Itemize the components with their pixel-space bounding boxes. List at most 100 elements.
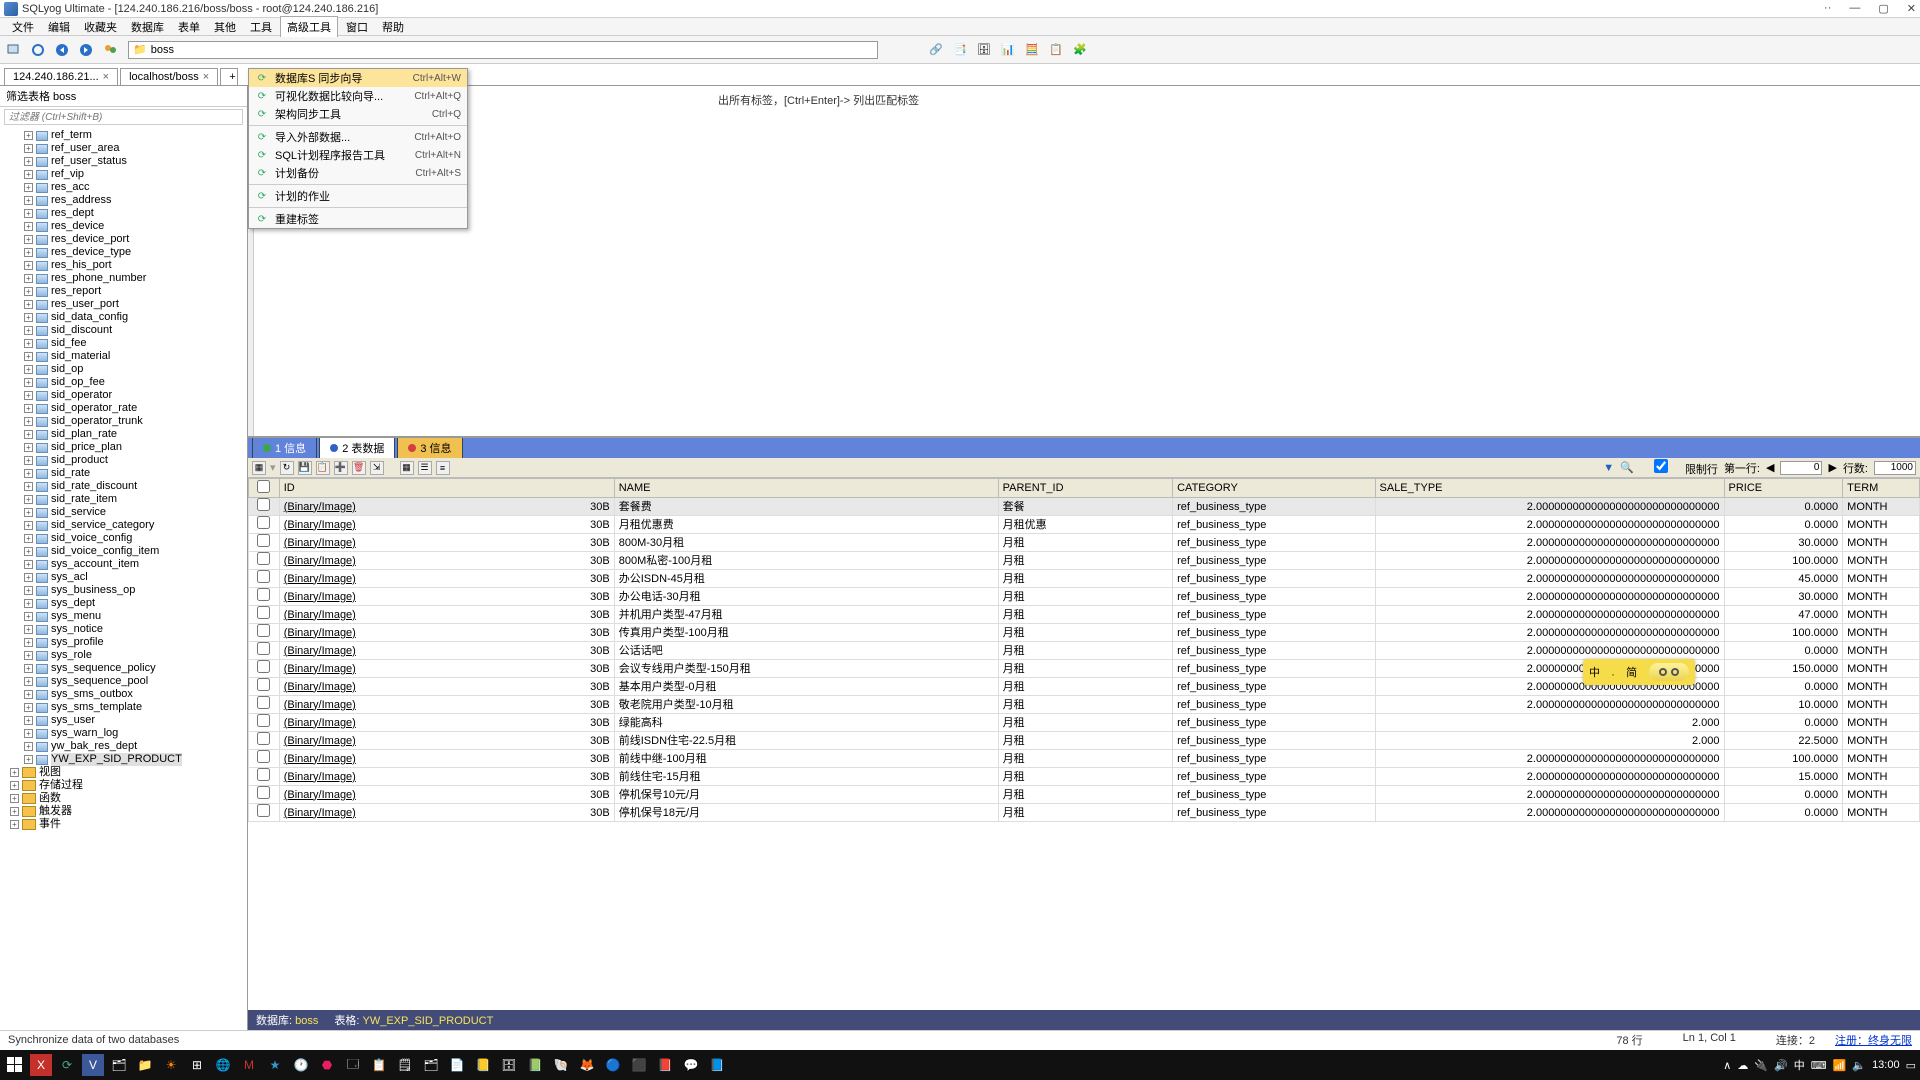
search-icon[interactable]: 🔍: [1620, 461, 1634, 474]
menu-item[interactable]: 工具: [244, 17, 278, 37]
table-row[interactable]: (Binary/Image)30B绿能高科月租ref_business_type…: [249, 714, 1920, 732]
grid-copy-icon[interactable]: 📋: [316, 461, 330, 475]
task-icon[interactable]: 🗂: [420, 1054, 442, 1076]
data-grid[interactable]: IDNAMEPARENT_IDCATEGORYSALE_TYPEPRICETER…: [248, 478, 1920, 1010]
view-form-icon[interactable]: ☰: [418, 461, 432, 475]
task-icon[interactable]: 🗒: [394, 1054, 416, 1076]
next-page-icon[interactable]: ▶: [1828, 461, 1836, 474]
menu-item[interactable]: 高级工具: [280, 16, 338, 37]
task-icon[interactable]: 🦊: [576, 1054, 598, 1076]
taskbar[interactable]: X ⟳ V 🗂 📁 ☀ ⊞ 🌐 M ★ 🕐 ⬣ 🗔 📋 🗒 🗂 📄 📒 🗄 📗 …: [0, 1050, 1920, 1080]
table-row[interactable]: (Binary/Image)30B并机用户类型-47月租月租ref_busine…: [249, 606, 1920, 624]
grid-del-icon[interactable]: 🗑: [352, 461, 366, 475]
view-grid-icon[interactable]: ▦: [400, 461, 414, 475]
tree-table-node[interactable]: +res_his_port: [24, 259, 247, 272]
task-icon[interactable]: ⬛: [628, 1054, 650, 1076]
task-icon[interactable]: 📄: [446, 1054, 468, 1076]
menu-item-diff[interactable]: ⟳可视化数据比较向导...Ctrl+Alt+Q: [249, 87, 467, 105]
connection-tab[interactable]: 124.240.186.21...×: [4, 68, 118, 85]
menubar[interactable]: 文件编辑收藏夹数据库表单其他工具高级工具窗口帮助: [0, 18, 1920, 36]
tree-table-node[interactable]: +sid_op_fee: [24, 376, 247, 389]
table-row[interactable]: (Binary/Image)30B停机保号18元/月月租ref_business…: [249, 804, 1920, 822]
tool-icon-5[interactable]: 🧮: [1022, 40, 1042, 60]
tree-table-node[interactable]: +sid_operator: [24, 389, 247, 402]
tree-table-node[interactable]: +sid_data_config: [24, 311, 247, 324]
maximize-icon[interactable]: ▢: [1878, 2, 1888, 15]
tree-table-node[interactable]: +sid_voice_config: [24, 532, 247, 545]
task-icon[interactable]: V: [82, 1054, 104, 1076]
tree-table-node[interactable]: +ref_term: [24, 129, 247, 142]
tree-table-node[interactable]: +sys_business_op: [24, 584, 247, 597]
tree-table-node[interactable]: +res_report: [24, 285, 247, 298]
result-tabs[interactable]: 1 信息2 表数据3 信息: [248, 438, 1920, 458]
tree-table-node[interactable]: +res_acc: [24, 181, 247, 194]
task-icon[interactable]: 📗: [524, 1054, 546, 1076]
tool-icon-6[interactable]: 📋: [1046, 40, 1066, 60]
tool-icon-1[interactable]: 🔗: [926, 40, 946, 60]
table-row[interactable]: (Binary/Image)30B办公电话-30月租月租ref_business…: [249, 588, 1920, 606]
users-icon[interactable]: [100, 40, 120, 60]
grid-nav-icon[interactable]: ▦: [252, 461, 266, 475]
tree-table-node[interactable]: +sid_operator_trunk: [24, 415, 247, 428]
menu-item-tag[interactable]: ⟳重建标签: [249, 210, 467, 228]
table-row[interactable]: (Binary/Image)30B前线ISDN住宅-22.5月租月租ref_bu…: [249, 732, 1920, 750]
start-button[interactable]: [4, 1054, 26, 1076]
task-icon[interactable]: ⬣: [316, 1054, 338, 1076]
tree-table-node[interactable]: +yw_bak_res_dept: [24, 740, 247, 753]
refresh-icon[interactable]: [28, 40, 48, 60]
tree[interactable]: +ref_term+ref_user_area+ref_user_status+…: [0, 127, 247, 1030]
tree-table-node[interactable]: +sid_material: [24, 350, 247, 363]
tree-table-node[interactable]: +sys_sequence_policy: [24, 662, 247, 675]
view-text-icon[interactable]: ≡: [436, 461, 450, 475]
tree-table-node[interactable]: +ref_user_area: [24, 142, 247, 155]
table-row[interactable]: (Binary/Image)30B停机保号10元/月月租ref_business…: [249, 786, 1920, 804]
task-icon[interactable]: 🐚: [550, 1054, 572, 1076]
tree-table-node[interactable]: +sid_fee: [24, 337, 247, 350]
status-registration[interactable]: 注册：终身无限: [1835, 1032, 1912, 1048]
table-row[interactable]: (Binary/Image)30B公话话吧月租ref_business_type…: [249, 642, 1920, 660]
back-icon[interactable]: [52, 40, 72, 60]
grid-export-icon[interactable]: ⇲: [370, 461, 384, 475]
tree-table-node[interactable]: +sid_service_category: [24, 519, 247, 532]
tree-table-node[interactable]: +res_user_port: [24, 298, 247, 311]
tree-table-node[interactable]: +res_device_type: [24, 246, 247, 259]
menu-item[interactable]: 收藏夹: [78, 17, 123, 37]
close-tab-icon[interactable]: ×: [203, 71, 209, 83]
menu-item-rep[interactable]: ⟳SQL计划程序报告工具Ctrl+Alt+N: [249, 146, 467, 164]
advanced-tools-menu[interactable]: ⟳数据库S 同步向导Ctrl+Alt+W⟳可视化数据比较向导...Ctrl+Al…: [248, 68, 468, 229]
menu-item[interactable]: 表单: [172, 17, 206, 37]
tree-table-node[interactable]: +sid_operator_rate: [24, 402, 247, 415]
menu-item[interactable]: 窗口: [340, 17, 374, 37]
tree-table-node-selected[interactable]: +YW_EXP_SID_PRODUCT: [24, 753, 247, 766]
tree-table-node[interactable]: +sys_warn_log: [24, 727, 247, 740]
menu-item-bak[interactable]: ⟳计划备份Ctrl+Alt+S: [249, 164, 467, 182]
tree-folder-node[interactable]: +函数: [10, 792, 247, 805]
grid-refresh-icon[interactable]: ↻: [280, 461, 294, 475]
table-row[interactable]: (Binary/Image)30B办公ISDN-45月租月租ref_busine…: [249, 570, 1920, 588]
table-row[interactable]: (Binary/Image)30B800M私密-100月租月租ref_busin…: [249, 552, 1920, 570]
tree-table-node[interactable]: +sys_account_item: [24, 558, 247, 571]
task-icon[interactable]: X: [30, 1054, 52, 1076]
menu-item[interactable]: 帮助: [376, 17, 410, 37]
task-icon[interactable]: 🌐: [212, 1054, 234, 1076]
table-row[interactable]: (Binary/Image)30B800M-30月租月租ref_business…: [249, 534, 1920, 552]
tree-table-node[interactable]: +sid_rate_item: [24, 493, 247, 506]
sql-editor[interactable]: 出所有标签，[Ctrl+Enter]-> 列出匹配标签 ⟳数据库S 同步向导Ct…: [248, 86, 1920, 438]
task-icon[interactable]: M: [238, 1054, 260, 1076]
tree-table-node[interactable]: +sid_op: [24, 363, 247, 376]
table-row[interactable]: (Binary/Image)30B前线住宅-15月租月租ref_business…: [249, 768, 1920, 786]
menu-item-imp[interactable]: ⟳导入外部数据...Ctrl+Alt+O: [249, 128, 467, 146]
result-tab[interactable]: 3 信息: [397, 437, 462, 458]
table-row[interactable]: (Binary/Image)30B敬老院用户类型-10月租月租ref_busin…: [249, 696, 1920, 714]
tree-table-node[interactable]: +res_device_port: [24, 233, 247, 246]
tree-table-node[interactable]: +sid_plan_rate: [24, 428, 247, 441]
tree-table-node[interactable]: +ref_vip: [24, 168, 247, 181]
grid-add-icon[interactable]: ➕: [334, 461, 348, 475]
tree-table-node[interactable]: +sys_sms_outbox: [24, 688, 247, 701]
close-icon[interactable]: ✕: [1907, 2, 1916, 15]
new-conn-icon[interactable]: [4, 40, 24, 60]
task-icon[interactable]: 🗔: [342, 1054, 364, 1076]
tool-icon-4[interactable]: 📊: [998, 40, 1018, 60]
tree-table-node[interactable]: +sys_sequence_pool: [24, 675, 247, 688]
path-input[interactable]: 📁 boss: [128, 41, 878, 59]
